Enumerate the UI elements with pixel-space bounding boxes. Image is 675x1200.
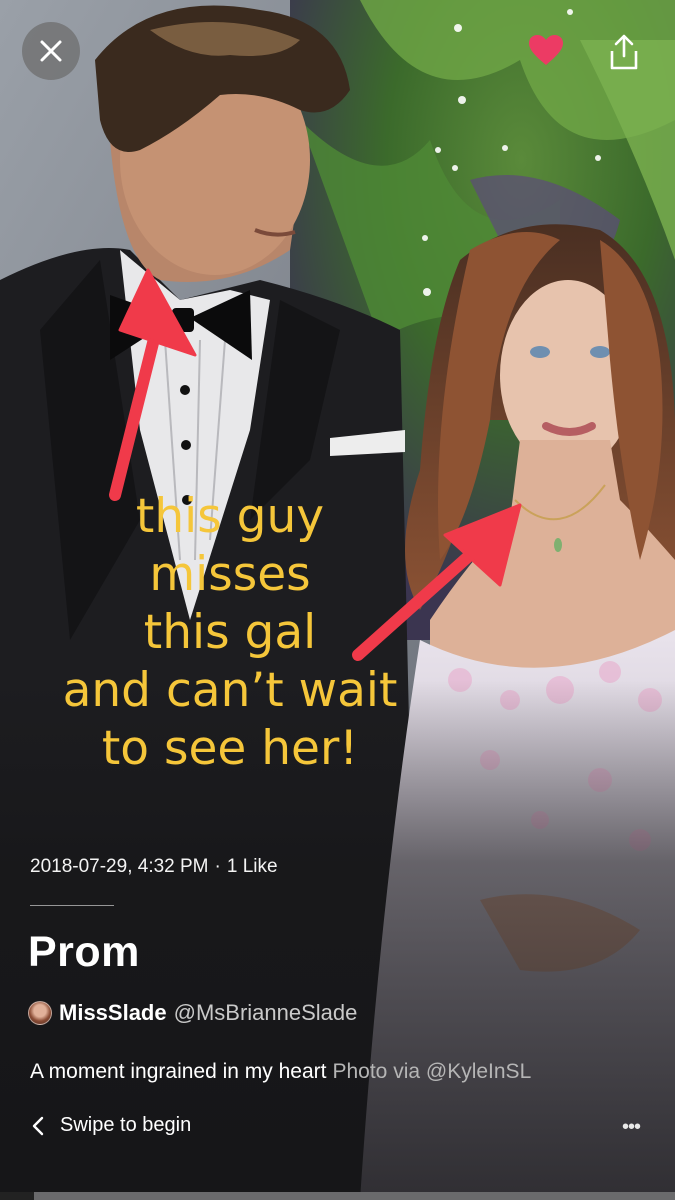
moment-title: Prom [28,928,140,976]
moment-description: A moment ingrained in my heart Photo via … [30,1060,531,1084]
photo-caption: this guy misses this gal and can’t wait … [20,488,440,778]
meta-separator: · [214,856,221,877]
divider [30,905,114,906]
caption-line: and can’t wait [62,663,398,718]
chevron-left-icon [32,1116,44,1136]
avatar [28,1001,52,1025]
author-handle: @MsBrianneSlade [173,1000,358,1025]
photo-credit[interactable]: Photo via @KyleInSL [332,1060,531,1083]
more-icon: ••• [622,1116,641,1138]
like-button[interactable] [524,28,568,72]
swipe-label: Swipe to begin [60,1114,192,1136]
swipe-to-begin[interactable]: Swipe to begin [32,1114,191,1137]
progress-track [0,1192,675,1200]
heart-icon [529,35,563,65]
post-timestamp: 2018-07-29, 4:32 PM [30,856,209,877]
caption-line: misses [149,547,311,602]
share-icon [610,34,638,70]
author-name: MissSlade [59,1000,167,1025]
post-meta: 2018-07-29, 4:32 PM · 1 Like [30,856,278,878]
caption-line: this gal [143,605,317,660]
author-link[interactable]: MissSlade @MsBrianneSlade [28,1000,357,1026]
share-button[interactable] [602,28,646,76]
like-count[interactable]: 1 Like [227,856,278,877]
caption-line: to see her! [101,721,359,776]
moment-viewer: this guy misses this gal and can’t wait … [0,0,675,1200]
caption-line: this guy [135,489,325,544]
close-button[interactable] [22,22,80,80]
progress-fill [0,1192,34,1200]
more-options-button[interactable]: ••• [622,1116,641,1139]
close-icon [40,40,62,62]
description-text: A moment ingrained in my heart [30,1060,327,1083]
